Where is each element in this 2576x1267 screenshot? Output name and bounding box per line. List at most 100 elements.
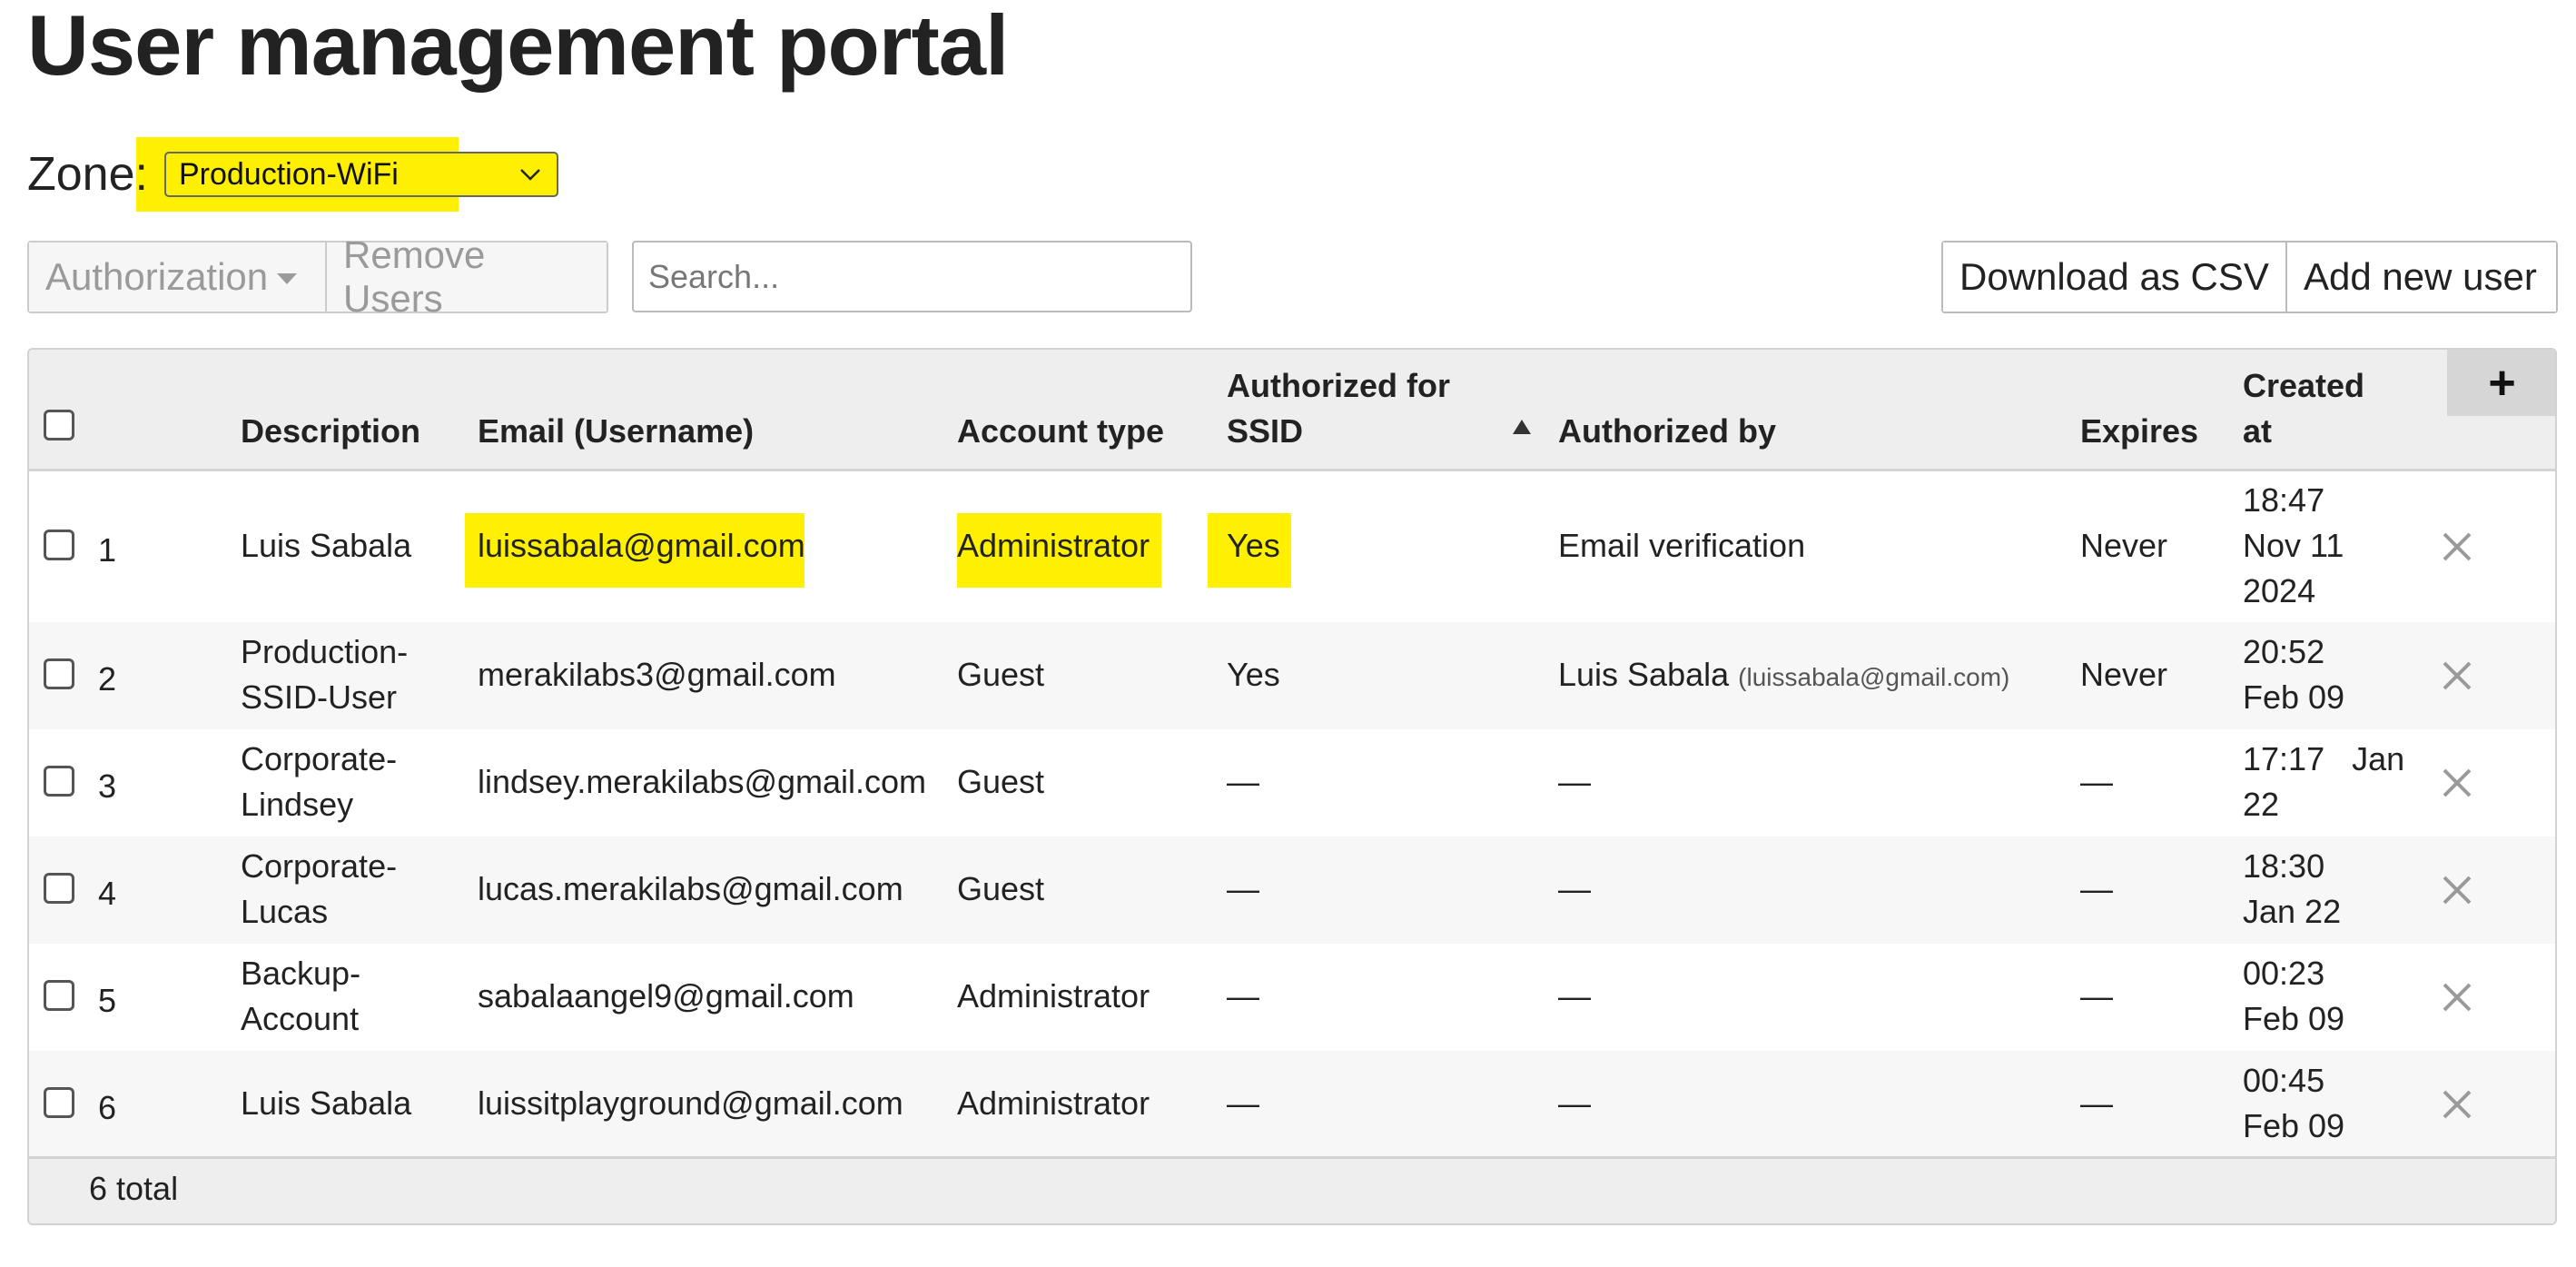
select-all-checkbox[interactable] bbox=[44, 410, 74, 440]
row-description: Luis Sabala bbox=[241, 1084, 412, 1122]
page: User management portal Zone: Production-… bbox=[0, 0, 2576, 1267]
close-icon[interactable] bbox=[2442, 531, 2472, 562]
zone-dropdown[interactable]: Production-WiFi bbox=[163, 152, 558, 197]
header-expires[interactable]: Expires bbox=[2080, 409, 2198, 454]
row-email: lucas.merakilabs@gmail.com bbox=[478, 870, 903, 907]
row-created-line2: Feb 09 bbox=[2243, 1107, 2345, 1144]
close-icon[interactable] bbox=[2442, 767, 2472, 798]
row-created-line2: Jan 22 bbox=[2243, 893, 2342, 930]
authorized-by-email: (luissabala@gmail.com) bbox=[1738, 663, 2010, 691]
table-row: 3 Corporate- Lindsey lindsey.merakilabs@… bbox=[29, 729, 2555, 836]
row-checkbox[interactable] bbox=[44, 980, 74, 1011]
row-created-line3: 2024 bbox=[2243, 572, 2316, 609]
row-created-line2: Feb 09 bbox=[2243, 678, 2345, 716]
close-icon[interactable] bbox=[2442, 660, 2472, 691]
row-account-type: Guest bbox=[957, 870, 1045, 907]
export-actions-group: Download as CSV Add new user bbox=[1941, 241, 2558, 313]
table-row: 4 Corporate- Lucas lucas.merakilabs@gmai… bbox=[29, 836, 2555, 944]
row-expires: Never bbox=[2080, 656, 2168, 693]
bulk-actions-group: Authorization Remove Users bbox=[27, 233, 608, 320]
zone-selected-value: Production-WiFi bbox=[178, 156, 399, 192]
header-created-line1[interactable]: Created bbox=[2243, 363, 2364, 409]
add-column-button[interactable]: + bbox=[2447, 350, 2555, 416]
remove-users-label: Remove Users bbox=[343, 233, 486, 320]
row-email: merakilabs3@gmail.com bbox=[478, 656, 836, 693]
row-account-type: Administrator bbox=[957, 527, 1150, 564]
row-number: 2 bbox=[98, 660, 117, 698]
row-created-line2: 22 bbox=[2243, 786, 2280, 823]
row-created-line2: Feb 09 bbox=[2243, 1000, 2345, 1037]
table-header: Description Email (Username) Account typ… bbox=[29, 350, 2555, 471]
row-created-line1: 20:52 bbox=[2243, 633, 2325, 670]
header-authorized-for-line1[interactable]: Authorized for bbox=[1227, 363, 1450, 409]
row-description-line1: Production- bbox=[241, 633, 409, 670]
row-authorized: Yes bbox=[1227, 656, 1280, 693]
close-icon[interactable] bbox=[2442, 982, 2472, 1013]
row-authorized: Yes bbox=[1227, 527, 1280, 564]
row-authorized-by: Luis Sabala (luissabala@gmail.com) bbox=[1558, 652, 2009, 700]
row-description-line2: Lucas bbox=[241, 893, 329, 930]
row-expires: — bbox=[2080, 870, 2113, 907]
row-checkbox[interactable] bbox=[44, 1087, 74, 1118]
row-checkbox[interactable] bbox=[44, 530, 74, 560]
row-created-line1: 00:45 bbox=[2243, 1062, 2325, 1099]
row-number: 3 bbox=[98, 767, 117, 805]
header-authorized-by[interactable]: Authorized by bbox=[1558, 409, 1776, 454]
authorization-dropdown-button[interactable]: Authorization bbox=[29, 243, 325, 312]
close-icon[interactable] bbox=[2442, 1089, 2472, 1120]
row-created-line1: 17:17 Jan bbox=[2243, 740, 2405, 777]
header-account-type[interactable]: Account type bbox=[957, 409, 1164, 454]
row-account-type: Guest bbox=[957, 656, 1045, 693]
download-csv-label: Download as CSV bbox=[1959, 255, 2269, 298]
header-created-line2[interactable]: at bbox=[2243, 409, 2272, 454]
remove-users-button[interactable]: Remove Users bbox=[325, 233, 607, 320]
row-created-line1: 18:30 bbox=[2243, 847, 2325, 885]
row-number: 6 bbox=[98, 1089, 117, 1126]
row-checkbox[interactable] bbox=[44, 658, 74, 689]
authorization-label: Authorization bbox=[45, 255, 269, 298]
row-expires: — bbox=[2080, 1084, 2113, 1122]
row-description-line1: Backup- bbox=[241, 955, 361, 992]
header-authorized-for-line2[interactable]: SSID bbox=[1227, 409, 1303, 454]
row-expires: Never bbox=[2080, 527, 2168, 564]
row-expires: — bbox=[2080, 763, 2113, 800]
add-new-user-label: Add new user bbox=[2304, 255, 2537, 298]
row-authorized-by: — bbox=[1558, 977, 1591, 1015]
row-description-line2: Lindsey bbox=[241, 786, 354, 823]
table-row: 1 Luis Sabala luissabala@gmail.com Admin… bbox=[29, 471, 2555, 622]
row-authorized-by: — bbox=[1558, 870, 1591, 907]
row-description-line1: Corporate- bbox=[241, 847, 398, 885]
total-count: 6 total bbox=[89, 1170, 179, 1207]
table-row: 6 Luis Sabala luissitplayground@gmail.co… bbox=[29, 1051, 2555, 1158]
row-authorized: — bbox=[1227, 977, 1259, 1015]
header-email[interactable]: Email (Username) bbox=[478, 409, 754, 454]
row-email: luissabala@gmail.com bbox=[478, 527, 805, 564]
row-created-line2: Nov 11 bbox=[2243, 527, 2344, 564]
row-authorized: — bbox=[1227, 870, 1259, 907]
authorized-by-name: Luis Sabala bbox=[1558, 656, 1730, 693]
users-table: Description Email (Username) Account typ… bbox=[27, 348, 2557, 1225]
plus-icon: + bbox=[2488, 356, 2516, 410]
row-checkbox[interactable] bbox=[44, 873, 74, 904]
table-row: 5 Backup- Account sabalaangel9@gmail.com… bbox=[29, 944, 2555, 1051]
caret-down-icon bbox=[277, 273, 298, 284]
row-authorized-by: — bbox=[1558, 763, 1591, 800]
search-input[interactable] bbox=[632, 241, 1192, 312]
download-csv-button[interactable]: Download as CSV bbox=[1943, 243, 2285, 312]
row-email: sabalaangel9@gmail.com bbox=[478, 977, 854, 1015]
close-icon[interactable] bbox=[2442, 875, 2472, 906]
row-email: luissitplayground@gmail.com bbox=[478, 1084, 903, 1122]
add-new-user-button[interactable]: Add new user bbox=[2285, 243, 2556, 312]
row-checkbox[interactable] bbox=[44, 766, 74, 797]
row-authorized-by: Email verification bbox=[1558, 527, 1806, 564]
page-title: User management portal bbox=[27, 0, 1009, 93]
row-account-type: Administrator bbox=[957, 1084, 1150, 1122]
row-description-line2: SSID-User bbox=[241, 678, 398, 716]
row-created-line1: 00:23 bbox=[2243, 955, 2325, 992]
row-email: lindsey.merakilabs@gmail.com bbox=[478, 763, 927, 800]
row-account-type: Administrator bbox=[957, 977, 1150, 1015]
row-number: 5 bbox=[98, 982, 117, 1019]
header-description[interactable]: Description bbox=[241, 409, 420, 454]
sort-ascending-icon[interactable] bbox=[1513, 420, 1531, 434]
row-created-line1: 18:47 bbox=[2243, 481, 2325, 519]
